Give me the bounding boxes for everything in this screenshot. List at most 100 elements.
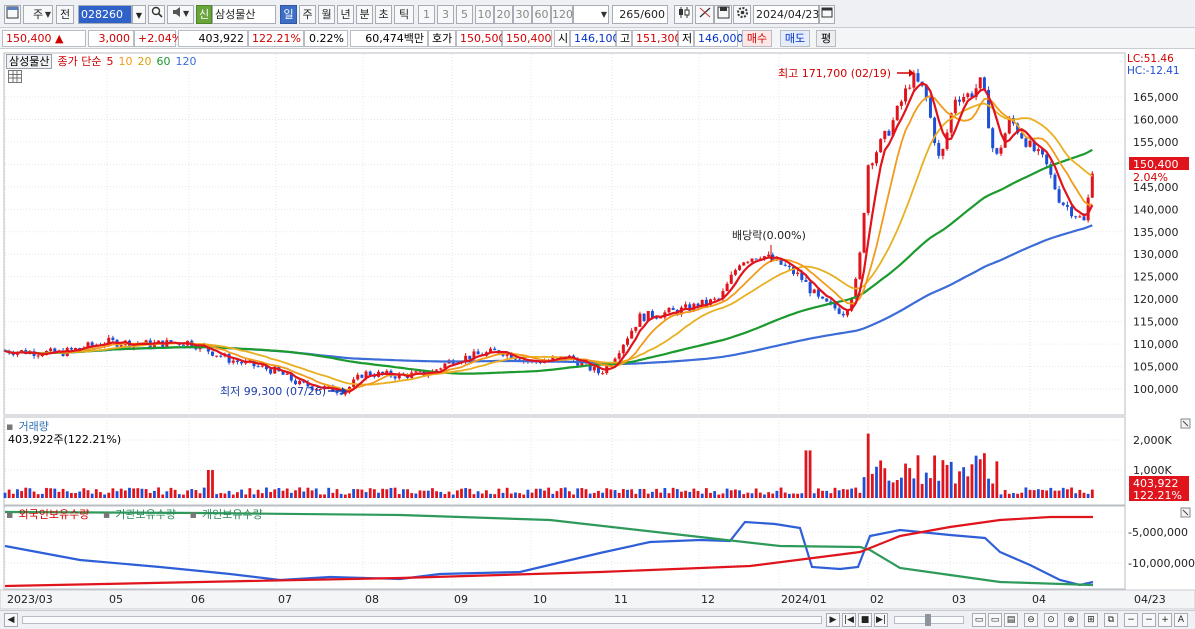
play-icon[interactable]: ▶|	[874, 613, 888, 627]
view-icon[interactable]: ▭	[972, 613, 986, 627]
minute-option-10[interactable]: 10	[475, 5, 494, 24]
volume-pct-tag: 122.21%	[1133, 489, 1182, 502]
code-dropdown-button[interactable]: ▼	[132, 5, 146, 24]
period-unit-select[interactable]: 주 ▼	[23, 5, 53, 24]
chart-area[interactable]: 165,000160,000155,000150,000145,000140,0…	[0, 50, 1195, 610]
prev-button[interactable]: 전	[56, 5, 74, 24]
chart-canvas[interactable]: 165,000160,000155,000150,000145,000140,0…	[0, 50, 1195, 610]
zoom-in-search-icon[interactable]: ⊕	[1064, 613, 1078, 627]
price-candle	[904, 88, 908, 102]
price-candle	[837, 308, 841, 314]
minute-option-120[interactable]: 120	[551, 5, 573, 24]
grid-icon[interactable]	[8, 70, 22, 83]
sell-button[interactable]: 매도	[780, 30, 810, 47]
zoom-out-icon[interactable]: −	[1142, 613, 1156, 627]
minute-option-3[interactable]: 3	[437, 5, 454, 24]
count-field[interactable]: 265/600	[612, 5, 668, 24]
tab-minute[interactable]: 분	[356, 5, 373, 24]
volume-bar	[123, 490, 127, 498]
price-candle	[945, 132, 949, 149]
price-candle	[899, 101, 903, 106]
volume-bar	[543, 490, 546, 498]
tab-second[interactable]: 초	[375, 5, 392, 24]
volume-bar	[704, 488, 708, 498]
low-annotation: 최저 99,300 (07/26)	[220, 385, 326, 398]
volume-bar	[211, 470, 214, 498]
average-button[interactable]: 평	[816, 30, 836, 47]
minute-option-30[interactable]: 30	[513, 5, 532, 24]
zoom-out-search-icon[interactable]: ⊖	[1024, 613, 1038, 627]
legend-marker-icon: ▪	[189, 508, 197, 521]
cross-icon[interactable]	[695, 5, 714, 24]
candle-icon[interactable]	[674, 5, 693, 24]
current-pct-tag: 2.04%	[1133, 171, 1168, 184]
price-candle	[36, 355, 40, 357]
scroll-right-icon[interactable]: ▶	[826, 613, 840, 627]
minute-option-1[interactable]: 1	[418, 5, 435, 24]
stock-name-chip[interactable]: 삼성물산	[6, 54, 53, 69]
stock-code-input[interactable]: 028260	[78, 5, 132, 24]
volume-bar	[281, 490, 285, 498]
volume-bar	[688, 491, 692, 498]
price-candle	[729, 274, 733, 284]
price-tick-label: 105,000	[1133, 361, 1179, 374]
view3-icon[interactable]: ▤	[1004, 613, 1018, 627]
volume-bar	[779, 487, 783, 498]
volume-bar	[738, 490, 741, 498]
main-toolbar: 주 ▼ 전 028260 ▼ ▼ 신 삼성물산 일 주 월 년 분 초 틱 1 3…	[0, 0, 1195, 28]
minute-option-20[interactable]: 20	[494, 5, 513, 24]
volume-bar	[912, 478, 916, 498]
tab-year[interactable]: 년	[337, 5, 354, 24]
buy-button[interactable]: 매수	[742, 30, 772, 47]
price-tick-label: 135,000	[1133, 226, 1179, 239]
calendar-icon[interactable]	[819, 5, 835, 24]
volume-bar	[269, 491, 272, 498]
volume-bar	[302, 491, 306, 498]
volume-bar	[45, 487, 48, 498]
volume-bar	[90, 493, 94, 498]
gear-icon[interactable]	[733, 5, 751, 24]
window-restore-icon[interactable]: ⧉	[1104, 613, 1118, 627]
tab-tick[interactable]: 틱	[394, 5, 414, 24]
zoom-slider[interactable]	[894, 614, 964, 626]
date-input[interactable]: 2024/04/23	[753, 5, 819, 24]
volume-bar	[974, 455, 978, 498]
stock-name-field[interactable]: 삼성물산	[212, 5, 276, 24]
price-candle	[1078, 216, 1082, 218]
price-candle	[49, 348, 53, 352]
save-icon[interactable]	[714, 5, 732, 24]
tab-week[interactable]: 주	[299, 5, 316, 24]
view2-icon[interactable]: ▭	[988, 613, 1002, 627]
price-candle	[725, 283, 729, 292]
volume-bar	[140, 488, 144, 498]
zoom-handle[interactable]	[925, 614, 931, 626]
restore-icon[interactable]: ⊞	[1084, 613, 1098, 627]
scroll-left-icon[interactable]: ◀	[4, 613, 18, 627]
minute-option-5[interactable]: 5	[456, 5, 473, 24]
volume-bar	[908, 468, 912, 498]
volume-bar	[729, 490, 733, 498]
speaker-icon[interactable]: ▼	[167, 5, 194, 24]
zoom-in-icon[interactable]: +	[1158, 613, 1172, 627]
volume-bar	[962, 467, 966, 498]
price-candle	[796, 272, 800, 274]
auto-icon[interactable]: A	[1174, 613, 1188, 627]
low-price: 146,000	[694, 30, 744, 47]
stop-icon[interactable]: ■	[858, 613, 872, 627]
scroll-track[interactable]	[22, 616, 822, 624]
hc-label: HC:-12.41	[1127, 65, 1180, 77]
custom-period-input[interactable]: ▼	[573, 5, 609, 24]
tab-day[interactable]: 일	[280, 5, 297, 24]
reset-icon[interactable]: ⊙	[1044, 613, 1058, 627]
tab-month[interactable]: 월	[318, 5, 335, 24]
search-icon[interactable]	[148, 5, 165, 24]
minute-option-60[interactable]: 60	[532, 5, 551, 24]
volume-bar	[132, 488, 136, 498]
minus-icon[interactable]: −	[1124, 613, 1138, 627]
step-back-icon[interactable]: |◀	[842, 613, 856, 627]
price-candle	[671, 307, 675, 310]
volume-bar	[854, 487, 858, 498]
current-price-box: 150,400 ▲	[2, 30, 86, 47]
price-candle	[804, 279, 808, 282]
window-icon[interactable]	[4, 5, 21, 24]
